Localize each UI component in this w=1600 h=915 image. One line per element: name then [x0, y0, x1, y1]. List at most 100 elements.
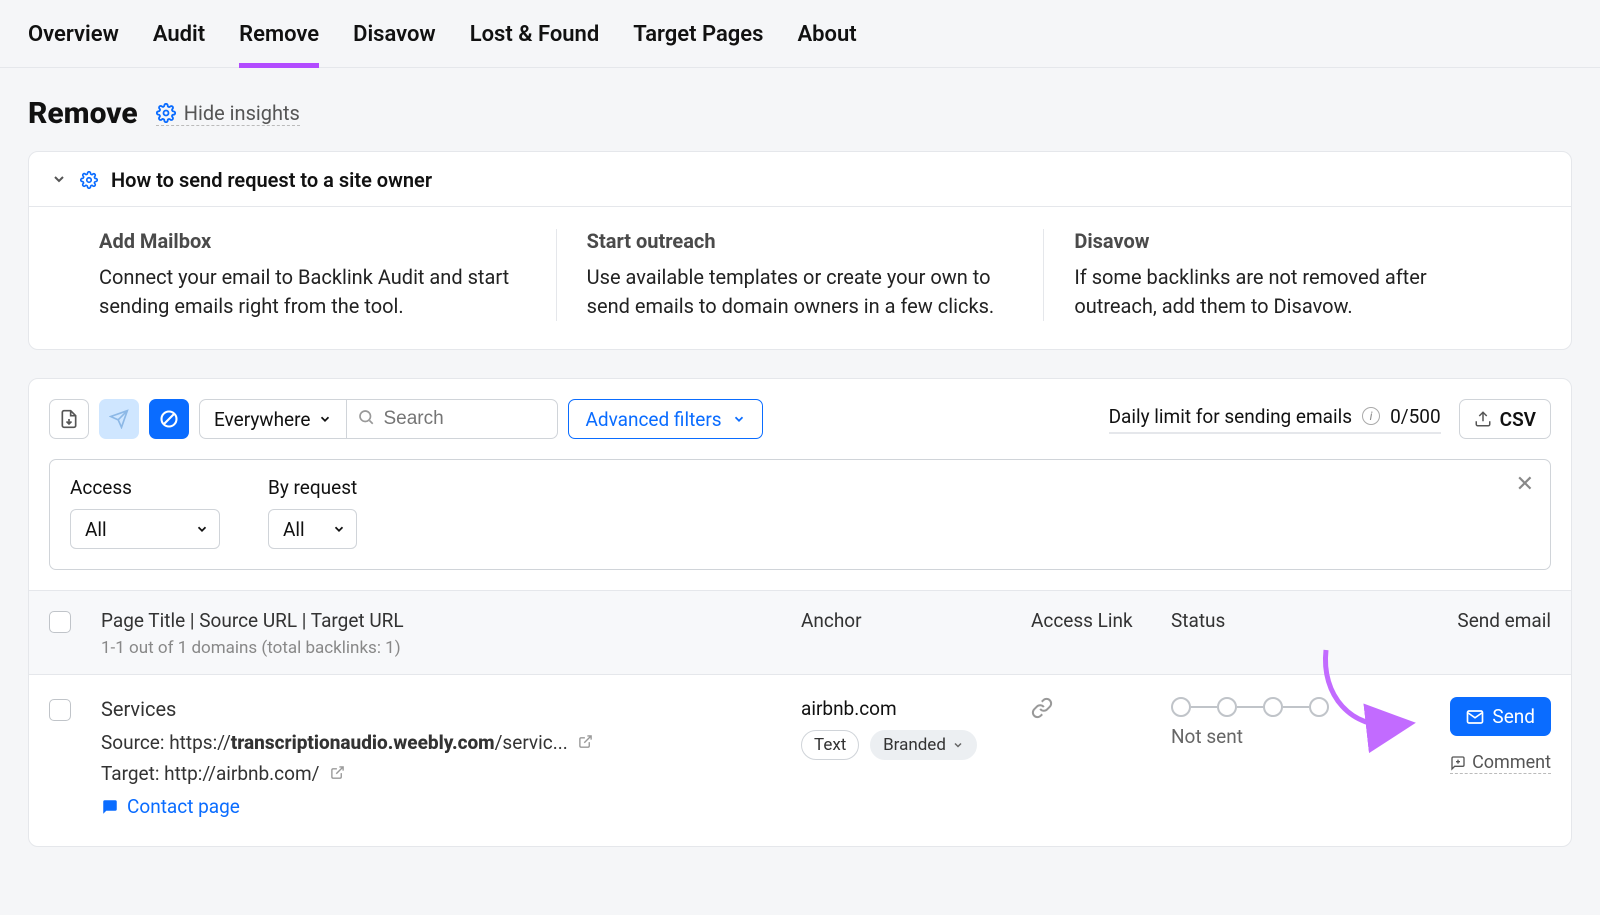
row-source: Source: https://transcriptionaudio.weebl… [101, 731, 801, 754]
filter-byreq-label: By request [268, 476, 357, 499]
comment-button[interactable]: Comment [1450, 752, 1551, 774]
contact-page-link[interactable]: Contact page [101, 795, 801, 818]
insight-title: Start outreach [587, 229, 1014, 253]
hide-insights-toggle[interactable]: Hide insights [156, 101, 300, 126]
insight-title: Disavow [1074, 229, 1501, 253]
chevron-down-icon [332, 518, 346, 541]
mail-icon [1466, 708, 1484, 726]
status-dot [1309, 697, 1329, 717]
target-label: Target: [101, 762, 164, 785]
insight-disavow: Disavow If some backlinks are not remove… [1043, 229, 1531, 321]
tab-remove[interactable]: Remove [239, 22, 319, 51]
col-title[interactable]: Page Title | Source URL | Target URL [101, 609, 801, 632]
title-bar: Remove Hide insights [28, 96, 1572, 131]
insight-title: Add Mailbox [99, 229, 526, 253]
comment-label: Comment [1472, 752, 1551, 773]
source-label: Source: [101, 731, 169, 754]
upload-icon [1474, 410, 1492, 428]
row-checkbox[interactable] [49, 699, 71, 721]
filter-access-value: All [85, 518, 107, 541]
send-all-button[interactable] [99, 399, 139, 439]
insight-start-outreach: Start outreach Use available templates o… [556, 229, 1044, 321]
chevron-down-icon [195, 518, 209, 541]
scope-selector[interactable]: Everywhere [200, 400, 347, 438]
export-csv-button[interactable]: CSV [1459, 399, 1551, 439]
limit-label: Daily limit for sending emails [1109, 405, 1353, 428]
search-icon [357, 408, 375, 430]
tag-branded[interactable]: Branded [870, 730, 977, 760]
external-link-icon[interactable] [330, 765, 345, 784]
tab-about[interactable]: About [797, 22, 856, 51]
table-header: Page Title | Source URL | Target URL 1-1… [29, 590, 1571, 675]
filter-access: Access All [70, 476, 220, 549]
external-link-icon[interactable] [578, 734, 593, 753]
tag-branded-label: Branded [883, 735, 946, 755]
filter-byreq-select[interactable]: All [268, 509, 357, 549]
export-button[interactable] [49, 399, 89, 439]
source-protocol: https:// [169, 731, 231, 754]
status-dot [1263, 697, 1283, 717]
link-icon[interactable] [1031, 700, 1053, 724]
row-title: Services [101, 697, 801, 721]
filter-by-request: By request All [268, 476, 357, 549]
table-row: Services Source: https://transcriptionau… [29, 675, 1571, 846]
target-url: http://airbnb.com/ [164, 762, 319, 785]
daily-limit: Daily limit for sending emails i 0/500 [1109, 405, 1441, 434]
insights-card: How to send request to a site owner Add … [28, 151, 1572, 350]
page-title: Remove [28, 96, 138, 131]
select-all-checkbox[interactable] [49, 611, 71, 633]
tag-text: Text [801, 730, 859, 760]
tab-overview[interactable]: Overview [28, 22, 119, 51]
gear-icon [156, 103, 176, 123]
scope-search-combo: Everywhere [199, 399, 558, 439]
csv-label: CSV [1500, 408, 1536, 431]
toolbar-right: Daily limit for sending emails i 0/500 C… [1109, 399, 1551, 439]
send-button[interactable]: Send [1450, 697, 1551, 736]
filters-panel: ✕ Access All By request All [49, 459, 1551, 570]
disavow-button[interactable] [149, 399, 189, 439]
tab-audit[interactable]: Audit [153, 22, 205, 51]
col-title-sub: 1-1 out of 1 domains (total backlinks: 1… [101, 638, 801, 658]
chevron-down-icon [732, 412, 746, 426]
contact-label: Contact page [127, 795, 240, 818]
scope-label: Everywhere [214, 408, 310, 431]
close-filters-button[interactable]: ✕ [1516, 472, 1534, 497]
filter-byreq-value: All [283, 518, 305, 541]
status-text: Not sent [1171, 725, 1371, 748]
advanced-filters-button[interactable]: Advanced filters [568, 399, 762, 439]
accordion-header[interactable]: How to send request to a site owner [29, 152, 1571, 207]
chevron-down-icon [952, 739, 964, 751]
hide-insights-label: Hide insights [184, 101, 300, 125]
insight-desc: Use available templates or create your o… [587, 263, 1014, 321]
gear-icon [79, 170, 99, 190]
advanced-filters-label: Advanced filters [585, 408, 721, 431]
col-anchor[interactable]: Anchor [801, 609, 1031, 632]
col-status[interactable]: Status [1171, 609, 1371, 632]
tab-disavow[interactable]: Disavow [353, 22, 436, 51]
status-steps [1171, 697, 1371, 717]
tab-target-pages[interactable]: Target Pages [633, 22, 763, 51]
chat-icon [101, 798, 119, 816]
main-tabs: Overview Audit Remove Disavow Lost & Fou… [0, 0, 1600, 68]
results-card: Everywhere Advanced filters Daily limit … [28, 378, 1572, 847]
chevron-down-icon [318, 412, 332, 426]
anchor-text: airbnb.com [801, 697, 1031, 720]
col-send: Send email [1371, 609, 1551, 632]
limit-sep: / [1401, 405, 1409, 428]
insights-body: Add Mailbox Connect your email to Backli… [29, 207, 1571, 349]
chevron-down-icon [51, 168, 67, 192]
row-target: Target: http://airbnb.com/ [101, 762, 801, 785]
search-input[interactable] [347, 408, 557, 430]
info-icon[interactable]: i [1362, 407, 1380, 425]
search-wrap [347, 408, 557, 430]
status-dot [1217, 697, 1237, 717]
accordion-title: How to send request to a site owner [111, 168, 432, 192]
col-access[interactable]: Access Link [1031, 609, 1171, 632]
source-domain: transcriptionaudio.weebly.com [231, 731, 495, 754]
filter-access-select[interactable]: All [70, 509, 220, 549]
insight-add-mailbox: Add Mailbox Connect your email to Backli… [69, 229, 556, 321]
limit-max: 500 [1409, 405, 1441, 428]
comment-icon [1450, 755, 1466, 771]
tab-lost-found[interactable]: Lost & Found [470, 22, 600, 51]
filter-access-label: Access [70, 476, 220, 499]
